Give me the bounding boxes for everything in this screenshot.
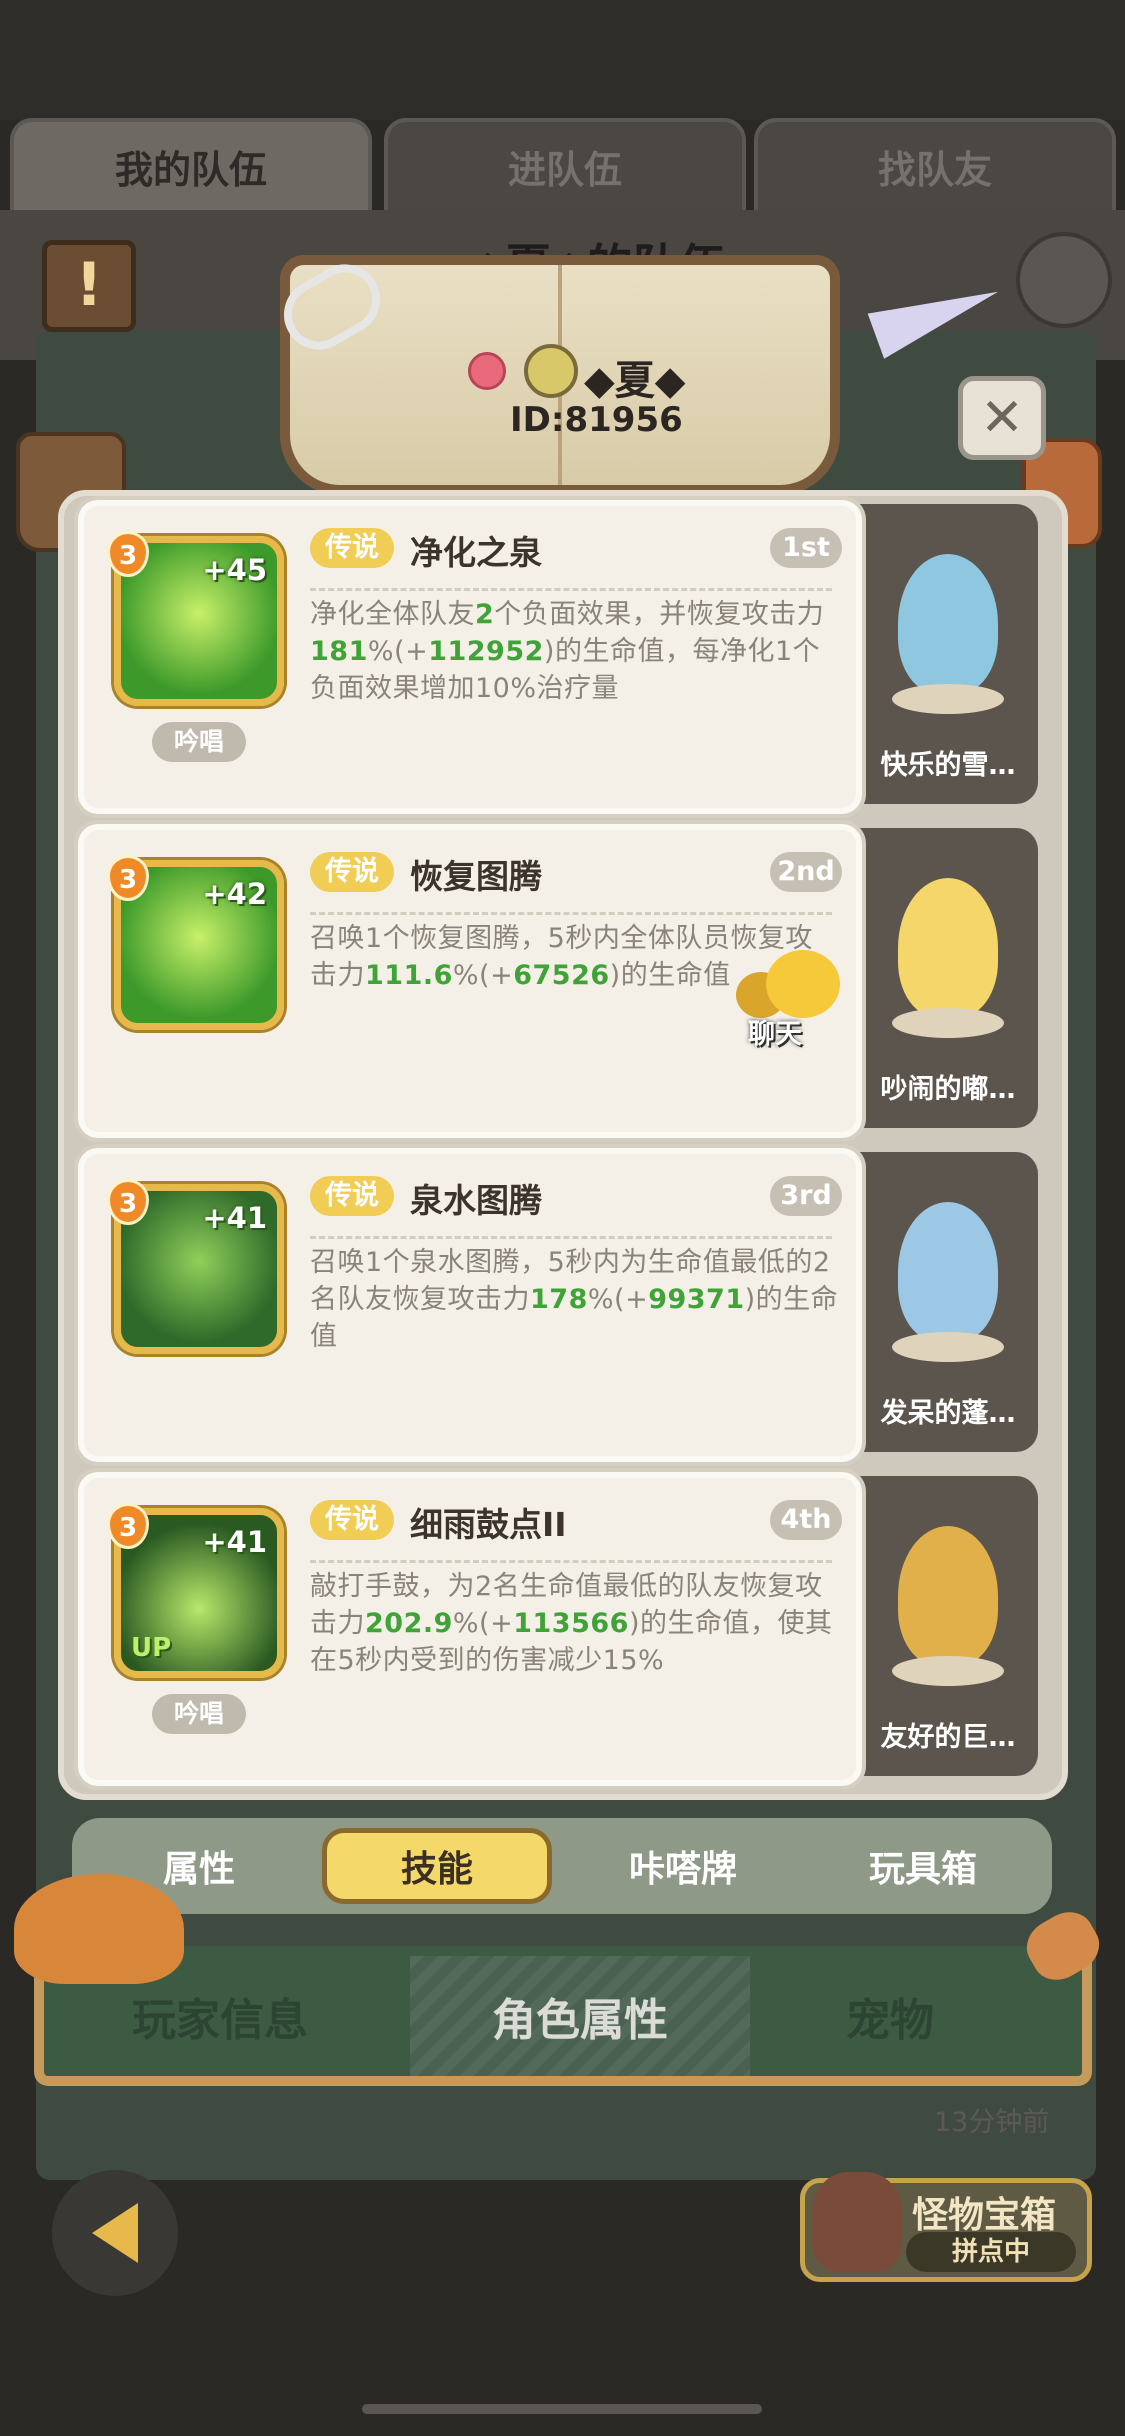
key-icon (468, 352, 506, 390)
back-button[interactable] (52, 2170, 178, 2296)
chat-label: 聊天 (748, 1019, 802, 1050)
close-button[interactable]: ✕ (958, 376, 1046, 460)
rarity-badge: 传说 (310, 852, 394, 892)
skill-card-4[interactable]: 3 +41 UP 吟唱 传说 细雨鼓点II 4th 敲打手鼓，为2名生命值最低的… (74, 1468, 866, 1790)
level-badge: 3 (107, 1179, 149, 1225)
close-icon: ✕ (980, 388, 1024, 448)
skill-card-1[interactable]: 3 +45 吟唱 传说 净化之泉 1st 净化全体队友2个负面效果，并恢复攻击力… (74, 496, 866, 818)
recovery-totem-icon: 3 +42 (107, 855, 284, 1030)
tab-pets[interactable]: 宠物 (720, 1956, 1060, 2076)
level-badge: 3 (107, 855, 149, 901)
chat-face-icon (766, 950, 840, 1018)
pet-figure-icon (898, 878, 998, 1018)
top-dim-area (0, 0, 1125, 120)
pet-name: 吵闹的嘟… (880, 1074, 1016, 1105)
skill-bonus: +41 (202, 1525, 267, 1559)
last-seen-time: 13分钟前 (934, 2107, 1050, 2138)
player-avatar[interactable] (524, 344, 578, 398)
rank-badge: 3rd (770, 1176, 842, 1216)
skill-name: 净化之泉 (410, 533, 542, 572)
back-arrow-icon (92, 2203, 138, 2263)
spring-totem-icon: 3 +41 (107, 1179, 284, 1354)
skill-description: 召唤1个泉水图腾，5秒内为生命值最低的2名队友恢复攻击力178%(+99371)… (310, 1247, 839, 1352)
upgrade-mark: UP (131, 1633, 172, 1663)
chat-button[interactable] (736, 950, 846, 1020)
player-name: ◆夏◆ (584, 358, 686, 404)
notice-board-icon[interactable]: ! (42, 240, 136, 332)
monster-chest-status: 拼点中 (906, 2232, 1076, 2272)
pet-name: 发呆的蓬… (880, 1398, 1016, 1429)
tab-find-teammate[interactable]: 找队友 (754, 118, 1116, 210)
rank-badge: 1st (770, 528, 842, 568)
rarity-badge: 传说 (310, 1176, 394, 1216)
divider (310, 1236, 832, 1239)
pet-figure-icon (898, 554, 998, 694)
skill-name: 恢复图腾 (410, 857, 542, 896)
skill-bonus: +45 (202, 553, 267, 587)
pet-slot-4[interactable]: 友好的巨… (858, 1476, 1038, 1776)
spring-purify-icon: 3 +45 (107, 531, 284, 706)
divider (310, 912, 832, 915)
chant-tag: 吟唱 (152, 722, 246, 762)
skill-bonus: +41 (202, 1201, 267, 1235)
pet-pedestal (892, 1656, 1004, 1686)
divider (310, 1560, 832, 1563)
home-indicator[interactable] (362, 2404, 762, 2414)
skill-name: 细雨鼓点II (410, 1505, 567, 1544)
skill-description: 净化全体队友2个负面效果，并恢复攻击力181%(+112952)的生命值，每净化… (310, 599, 825, 704)
rarity-badge: 传说 (310, 1500, 394, 1540)
rank-badge: 4th (770, 1500, 842, 1540)
tab-skills[interactable]: 技能 (322, 1828, 552, 1904)
pet-slot-2[interactable]: 吵闹的嘟… (858, 828, 1038, 1128)
skill-name: 泉水图腾 (410, 1181, 542, 1220)
skill-bonus: +42 (202, 877, 267, 911)
pet-slot-3[interactable]: 发呆的蓬… (858, 1152, 1038, 1452)
level-badge: 3 (107, 531, 149, 577)
monster-chest-title: 怪物宝箱 (912, 2195, 1057, 2236)
pet-pedestal (892, 1332, 1004, 1362)
level-badge: 3 (107, 1503, 149, 1549)
pet-slot-1[interactable]: 快乐的雪… (858, 504, 1038, 804)
player-id: ID:81956 (510, 400, 683, 440)
boar-icon (812, 2172, 902, 2272)
pet-pedestal (892, 1008, 1004, 1038)
tab-toybox[interactable]: 玩具箱 (808, 1828, 1038, 1904)
pet-figure-icon (898, 1526, 998, 1666)
skill-description: 敲打手鼓，为2名生命值最低的队友恢复攻击力202.9%(+113566)的生命值… (310, 1571, 833, 1676)
rain-drum-icon: 3 +41 UP (107, 1503, 284, 1678)
tab-my-team[interactable]: 我的队伍 (10, 118, 372, 210)
skill-card-3[interactable]: 3 +41 传说 泉水图腾 3rd 召唤1个泉水图腾，5秒内为生命值最低的2名队… (74, 1144, 866, 1466)
tab-click-cards[interactable]: 咔嗒牌 (568, 1828, 798, 1904)
cat-mascot-icon (14, 1874, 184, 1984)
refresh-icon[interactable] (1016, 232, 1112, 328)
tab-character-attributes[interactable]: 角色属性 (410, 1956, 750, 2076)
rank-badge: 2nd (770, 852, 842, 892)
pet-figure-icon (898, 1202, 998, 1342)
pet-pedestal (892, 684, 1004, 714)
divider (310, 588, 832, 591)
tab-join-team[interactable]: 进队伍 (384, 118, 746, 210)
pet-name: 友好的巨… (880, 1722, 1016, 1753)
pet-name: 快乐的雪… (880, 750, 1016, 781)
rarity-badge: 传说 (310, 528, 394, 568)
chant-tag: 吟唱 (152, 1694, 246, 1734)
